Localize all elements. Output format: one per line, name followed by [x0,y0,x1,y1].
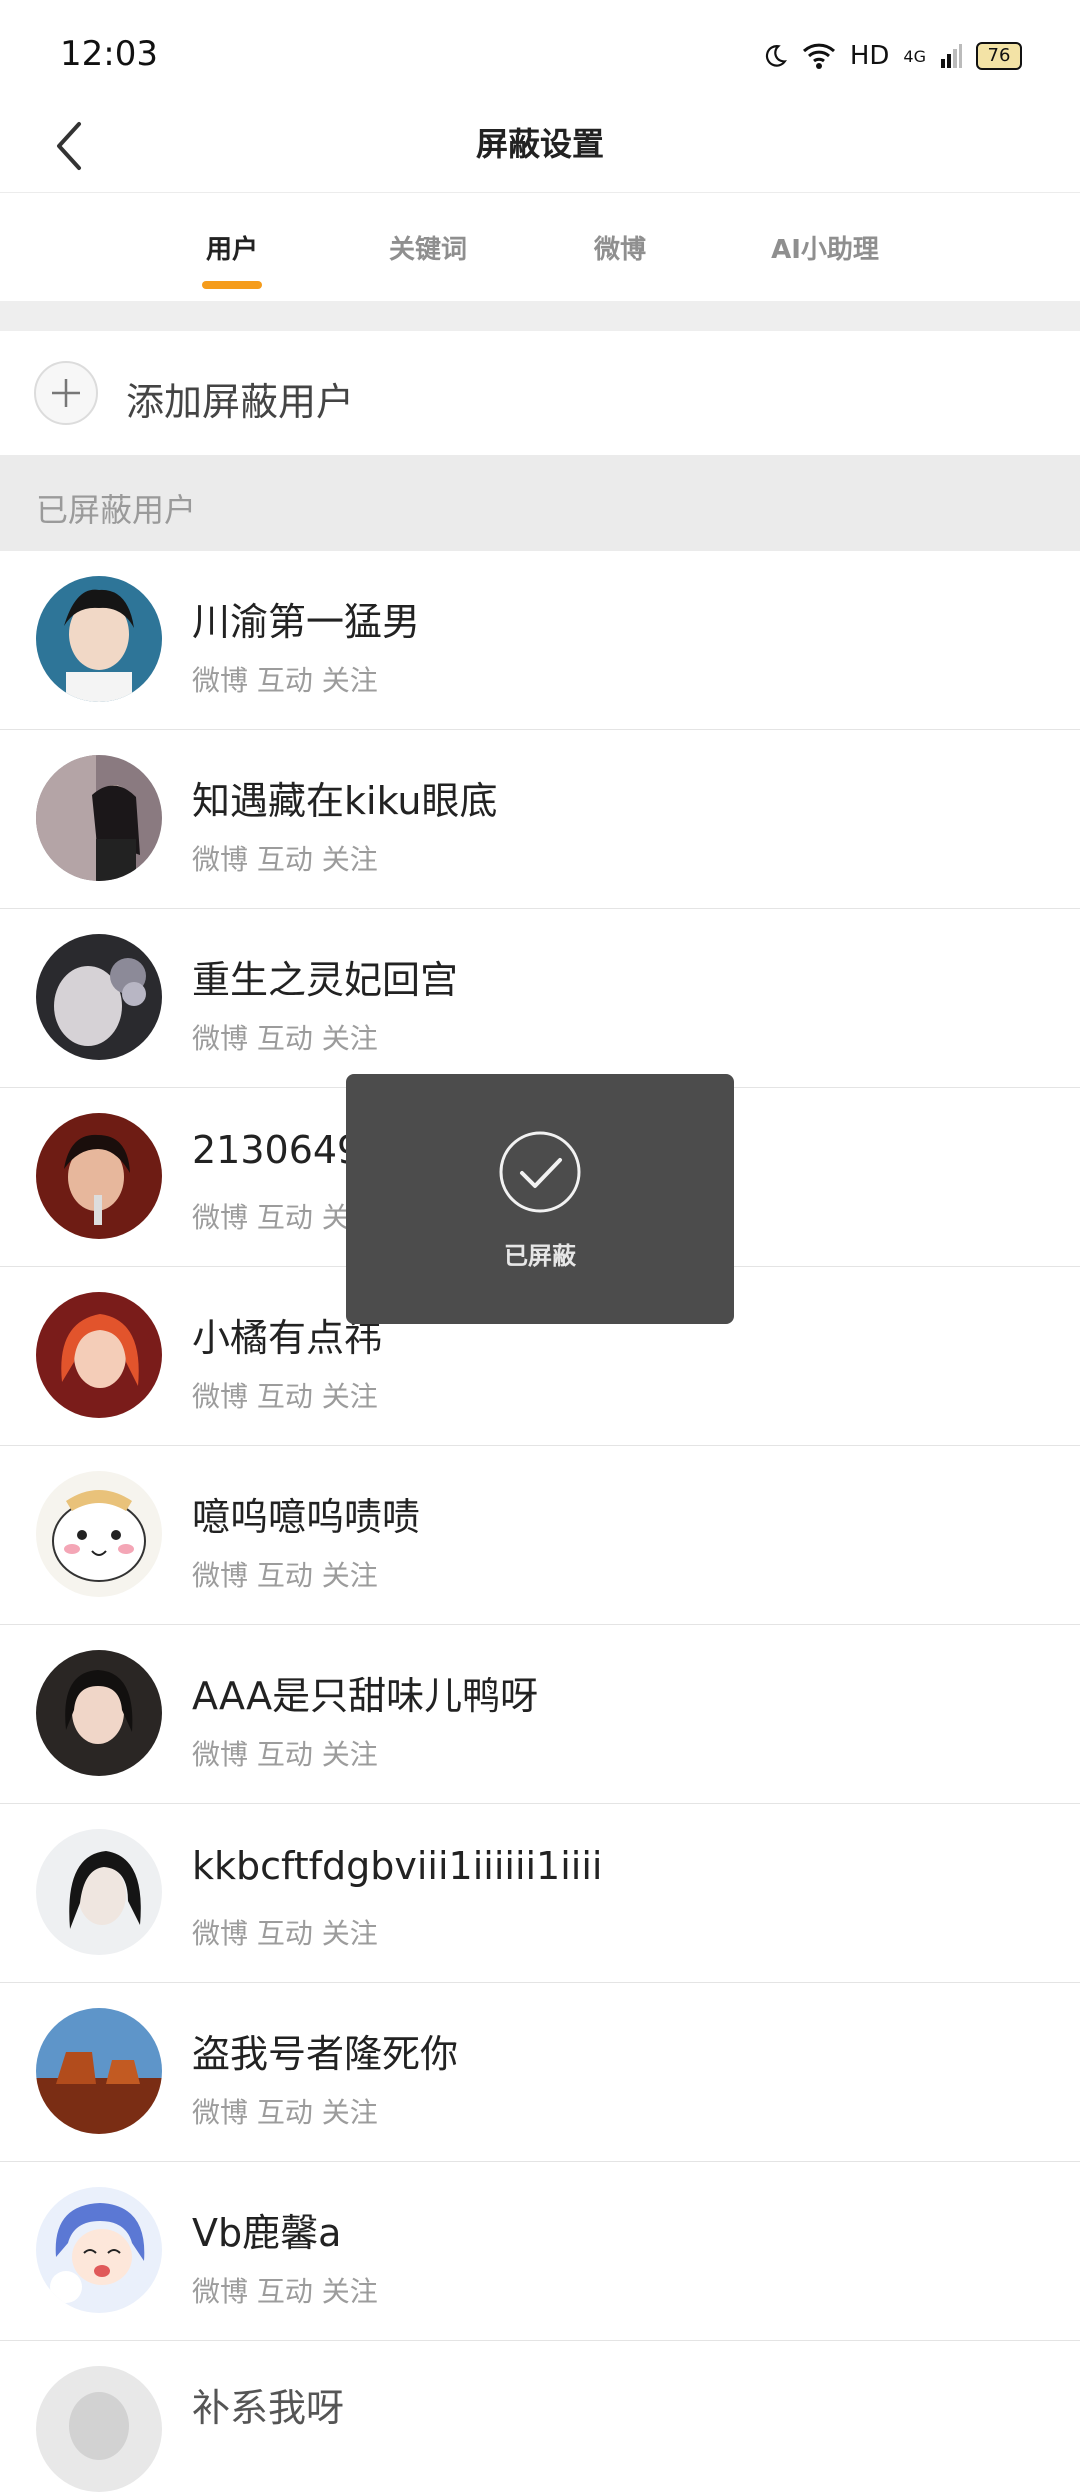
tab-label: 用户 [205,235,258,265]
status-bar: 12:03 HD 4G 76 [0,0,1080,100]
user-name: kkbcftfdgbviii1iiiiii1iiii [192,1844,603,1888]
page-title: 屏蔽设置 [475,125,604,163]
blocked-toast: 已屏蔽 [346,1074,734,1324]
status-time: 12:03 [60,34,158,74]
user-name: 盗我号者隆死你 [192,2032,459,2076]
avatar[interactable] [36,1471,162,1597]
user-name: 重生之灵妃回宫 [192,958,459,1002]
plus-icon [34,361,98,425]
wifi-icon [802,43,835,69]
user-meta: 微博 互动 关注 [192,843,378,876]
divider [0,301,1080,331]
battery-indicator: 76 [976,42,1022,70]
avatar[interactable] [36,934,162,1060]
title-bar: 屏蔽设置 [0,100,1080,193]
list-item[interactable]: 盗我号者隆死你 微博 互动 关注 [0,1983,1080,2162]
tab-label: AI小助理 [771,235,879,265]
user-name: 知遇藏在kiku眼底 [192,779,498,823]
section-header: 已屏蔽用户 [0,455,1080,551]
user-meta: 微博 互动 关注 [192,664,378,697]
user-name: 川渝第一猛男 [192,600,421,644]
tab-weibo[interactable]: 微博 [570,193,670,301]
section-title: 已屏蔽用户 [36,491,197,529]
avatar[interactable] [36,576,162,702]
user-meta: 微博 互动 关注 [192,1559,378,1592]
blocked-user-list: 川渝第一猛男 微博 互动 关注 知遇藏在kiku眼底 微博 互动 关注 重生之灵… [0,551,1080,2492]
user-name: AAA是只甜味儿鸭呀 [192,1674,539,1718]
avatar[interactable] [36,1113,162,1239]
list-item[interactable]: 重生之灵妃回宫 微博 互动 关注 [0,909,1080,1088]
signal-icon [941,44,962,68]
avatar[interactable] [36,2008,162,2134]
user-name: 噫呜噫呜啧啧 [192,1495,421,1539]
tab-keywords[interactable]: 关键词 [368,193,488,301]
tab-label: 微博 [593,235,646,265]
status-icons: HD 4G 76 [762,36,1022,76]
user-meta: 微博 互动 关注 [192,2096,378,2129]
tab-label: 关键词 [388,235,467,265]
list-item[interactable]: Vb鹿馨a 微博 互动 关注 [0,2162,1080,2341]
check-circle-icon [499,1131,581,1213]
add-blocked-user-label: 添加屏蔽用户 [126,380,355,424]
tab-users[interactable]: 用户 [182,193,282,301]
signal-label: 4G [903,46,926,66]
user-meta: 微博 互动 关注 [192,1738,378,1771]
user-name: 补系我呀 [192,2386,345,2430]
tab-ai-assistant[interactable]: AI小助理 [752,193,898,301]
user-name: Vb鹿馨a [192,2211,342,2255]
toast-text: 已屏蔽 [504,1242,576,1270]
network-label: HD [849,41,890,71]
user-meta: 微博 互动 关注 [192,2275,378,2308]
user-meta: 微博 互动 关注 [192,1022,378,1055]
list-item[interactable]: 知遇藏在kiku眼底 微博 互动 关注 [0,730,1080,909]
list-item[interactable]: 川渝第一猛男 微博 互动 关注 [0,551,1080,730]
active-tab-indicator [202,281,262,289]
list-item[interactable]: 补系我呀 [0,2341,1080,2492]
user-meta: 微博 互动 关注 [192,1917,378,1950]
user-meta: 微博 互动 关注 [192,1380,378,1413]
avatar[interactable] [36,1829,162,1955]
avatar[interactable] [36,1650,162,1776]
avatar[interactable] [36,1292,162,1418]
add-blocked-user-button[interactable]: 添加屏蔽用户 [0,331,1080,455]
avatar[interactable] [36,2366,162,2492]
moon-icon [765,45,787,67]
list-item[interactable]: 噫呜噫呜啧啧 微博 互动 关注 [0,1446,1080,1625]
list-item[interactable]: kkbcftfdgbviii1iiiiii1iiii 微博 互动 关注 [0,1804,1080,1983]
avatar[interactable] [36,2187,162,2313]
list-item[interactable]: AAA是只甜味儿鸭呀 微博 互动 关注 [0,1625,1080,1804]
avatar[interactable] [36,755,162,881]
tab-bar: 用户 关键词 微博 AI小助理 [0,193,1080,301]
